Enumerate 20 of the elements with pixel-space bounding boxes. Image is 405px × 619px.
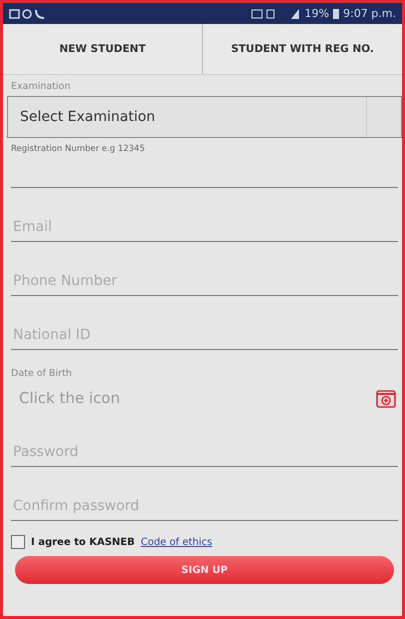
tab[interactable]: NEW STUDENT — [3, 24, 202, 74]
text-field[interactable]: National ID — [11, 320, 398, 350]
code-of-ethics-link[interactable]: Code of ethics — [140, 536, 212, 548]
battery-percent: 19% — [304, 7, 330, 20]
field-label: Registration Number e.g 12345 — [11, 144, 146, 154]
text-field[interactable]: Confirm password — [11, 491, 398, 521]
date-hint: Click the icon — [19, 389, 121, 407]
battery-icon — [333, 8, 340, 19]
field-label: Examination — [11, 81, 72, 92]
tab[interactable]: STUDENT WITH REG NO. — [202, 24, 402, 74]
calendar-icon[interactable] — [376, 388, 396, 408]
text-field[interactable]: Email — [11, 212, 398, 242]
agree-checkbox[interactable] — [11, 535, 25, 549]
clock: 9:07 p.m. — [343, 7, 396, 20]
field-label: Date of Birth — [11, 368, 73, 379]
agreement-text: I agree to KASNEB — [31, 536, 135, 548]
text-field[interactable]: Password — [11, 437, 398, 467]
text-field[interactable]: Phone Number — [11, 266, 398, 296]
examination-dropdown[interactable]: Select Examination — [7, 96, 402, 138]
signal-icons — [250, 8, 301, 20]
